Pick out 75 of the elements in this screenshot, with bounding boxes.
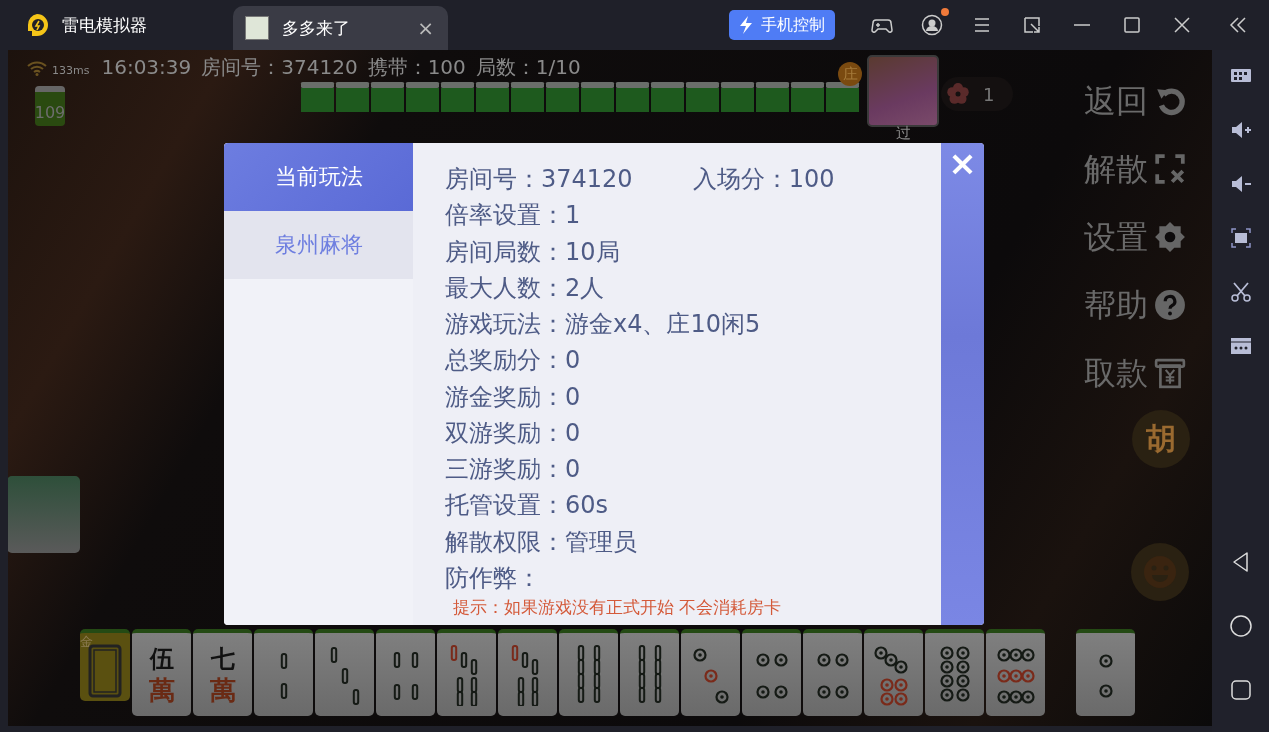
account-icon[interactable] <box>921 8 949 36</box>
app-name: 雷电模拟器 <box>62 13 147 37</box>
flower-icon <box>947 83 969 105</box>
tab-title: 多多来了 <box>282 16 351 40</box>
room-number-text: 房间号：374120 <box>201 54 358 81</box>
tiles-left-counter: 109 <box>35 86 65 126</box>
close-button[interactable]: × <box>944 143 981 183</box>
mahjong-tile[interactable] <box>437 629 496 716</box>
mahjong-tile[interactable] <box>681 629 740 716</box>
rule-setting-text: 倍率设置：1 <box>445 200 581 232</box>
settings-icon <box>1154 221 1186 253</box>
rule-setting-text: 解散权限：管理员 <box>445 526 637 558</box>
app-icon <box>245 16 269 40</box>
mahjong-tile[interactable] <box>864 629 923 716</box>
rule-setting-text: 防作弊： <box>445 562 541 594</box>
round-count-text: 局数：1/10 <box>475 54 581 81</box>
mahjong-tile[interactable] <box>498 629 557 716</box>
rule-setting-text: 最大人数：2人 <box>445 272 605 304</box>
flower-count: 1 <box>983 83 995 105</box>
maximize-icon[interactable] <box>1121 14 1143 36</box>
mahjong-tile[interactable] <box>742 629 801 716</box>
app-tab[interactable]: 多多来了 × <box>233 6 448 50</box>
mahjong-tile[interactable] <box>620 629 679 716</box>
player-avatar-photo <box>867 55 939 127</box>
mahjong-tile[interactable] <box>925 629 984 716</box>
rule-setting-text: 游金奖励：0 <box>445 381 581 413</box>
rule-setting-text: 游戏玩法：游金x4、庄10闲5 <box>445 309 761 341</box>
rules-tab[interactable]: 泉州麻将 <box>224 211 413 279</box>
mahjong-tile[interactable]: 金 <box>80 629 130 701</box>
tile-character: 萬 <box>148 673 175 706</box>
mahjong-tile[interactable] <box>315 629 374 716</box>
menu-button[interactable]: 帮助 <box>1084 282 1186 328</box>
recent-apps-icon[interactable] <box>1228 678 1253 702</box>
tile-character: 七 <box>210 643 235 674</box>
rule-setting-text: 双游奖励：0 <box>445 417 581 449</box>
cash-icon <box>1154 357 1186 389</box>
clock-time: 16:03:39 <box>101 55 192 79</box>
carry-score-text: 携带：100 <box>367 54 466 81</box>
menu-button[interactable]: 设置 <box>1084 214 1186 260</box>
help-icon <box>1154 289 1186 321</box>
mahjong-tile[interactable] <box>559 629 618 716</box>
menu-button[interactable]: 返回 <box>1084 78 1186 124</box>
screenshot-icon[interactable] <box>1228 226 1253 250</box>
mahjong-tile[interactable] <box>803 629 862 716</box>
mahjong-tile[interactable]: 七 萬 <box>193 629 252 716</box>
dismiss-icon <box>1154 153 1186 185</box>
tab-close-button[interactable]: × <box>415 18 436 38</box>
rule-setting-text: 入场分：100 <box>692 164 835 196</box>
rule-setting-text: 总奖励分：0 <box>445 345 581 377</box>
rule-setting-text: 房间局数：10局 <box>445 236 620 268</box>
tile-character: 伍 <box>149 643 174 674</box>
mahjong-tile[interactable] <box>986 629 1045 716</box>
tile-corner-mark: 金 <box>80 633 93 651</box>
resize-window-icon[interactable] <box>1021 14 1043 36</box>
rule-setting-text: 房间号：374120 <box>445 164 633 196</box>
hu-button[interactable]: 胡 <box>1132 410 1190 468</box>
rule-setting-text: 托管设置：60s <box>445 490 609 522</box>
wifi-signal-icon <box>26 59 48 76</box>
tip-text: 提示：如果游戏没有正式开始 不会消耗房卡 <box>453 596 782 619</box>
ping-text: 133ms <box>52 64 90 77</box>
player-action-text: 过 <box>895 125 911 141</box>
home-icon[interactable] <box>1228 614 1253 638</box>
menu-button[interactable]: 取款 <box>1084 350 1186 396</box>
undo-icon <box>1154 85 1186 117</box>
scissors-icon[interactable] <box>1228 280 1253 304</box>
mahjong-tile[interactable] <box>254 629 313 716</box>
mahjong-tile[interactable] <box>376 629 435 716</box>
rule-setting-text: 三游奖励：0 <box>445 454 581 486</box>
tile-character: 萬 <box>209 673 236 706</box>
lightning-icon <box>737 15 755 35</box>
rules-tab[interactable]: 当前玩法 <box>224 143 413 211</box>
phone-control-button[interactable]: 手机控制 <box>729 10 835 40</box>
mahjong-tile[interactable]: 伍 萬 <box>132 629 191 716</box>
menu-button[interactable]: 解散 <box>1084 146 1186 192</box>
mahjong-tile[interactable] <box>1076 629 1135 716</box>
